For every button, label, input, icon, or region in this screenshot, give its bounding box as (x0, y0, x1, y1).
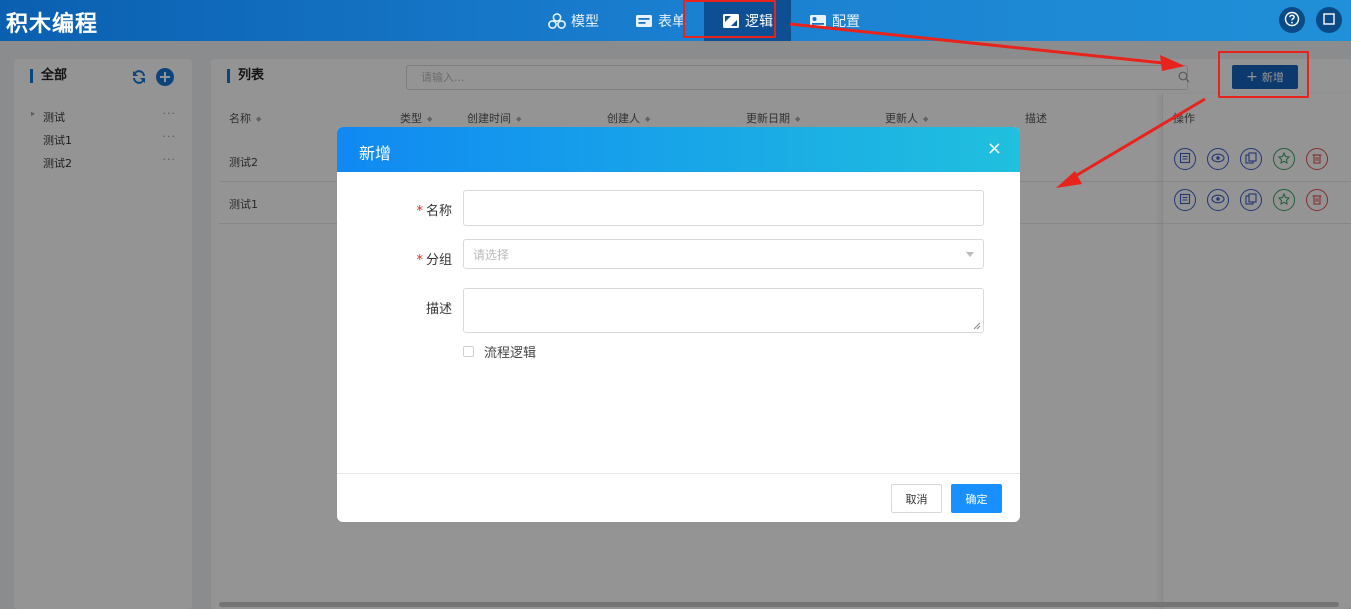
dialog-title: 新增 (359, 144, 392, 163)
caret-down-icon (966, 252, 974, 257)
desc-label: 描述 (425, 302, 452, 317)
desc-textarea[interactable] (463, 288, 984, 333)
resize-grip-icon[interactable] (973, 322, 981, 330)
fullscreen-icon (1322, 12, 1336, 29)
config-icon (809, 13, 827, 29)
help-icon (1284, 11, 1300, 30)
cancel-button[interactable]: 取消 (891, 484, 942, 513)
confirm-button[interactable]: 确定 (951, 484, 1002, 513)
group-label: * 分组 (416, 253, 452, 268)
nav-item-config[interactable]: 配置 (791, 0, 878, 41)
flow-logic-checkbox[interactable] (463, 346, 474, 357)
fullscreen-button[interactable] (1316, 7, 1342, 33)
nav-label: 表单 (658, 13, 686, 30)
name-label: * 名称 (416, 204, 452, 219)
add-dialog: 新增 × * 名称 * 分组 请选择 描述 流程逻辑 取消 确定 (337, 127, 1020, 522)
help-button[interactable] (1279, 7, 1305, 33)
cubes-icon (548, 12, 566, 29)
nav-item-model[interactable]: 模型 (530, 0, 617, 41)
form-icon (635, 13, 653, 29)
dialog-footer: 取消 确定 (337, 473, 1020, 522)
flow-logic-label[interactable]: 流程逻辑 (484, 342, 536, 361)
nav-label: 配置 (832, 13, 860, 30)
annotation-box-add (1218, 51, 1309, 98)
group-select-placeholder: 请选择 (473, 248, 510, 262)
close-icon[interactable]: × (987, 139, 1002, 159)
annotation-box-logic (683, 0, 776, 38)
app-title: 积木编程 (6, 12, 99, 37)
dialog-header: 新增 × (337, 127, 1020, 172)
group-select[interactable]: 请选择 (463, 239, 984, 269)
app-header: 积木编程 模型 表单 逻辑 配置 (0, 0, 1351, 41)
nav-label: 模型 (571, 13, 599, 30)
name-input[interactable] (463, 190, 984, 226)
